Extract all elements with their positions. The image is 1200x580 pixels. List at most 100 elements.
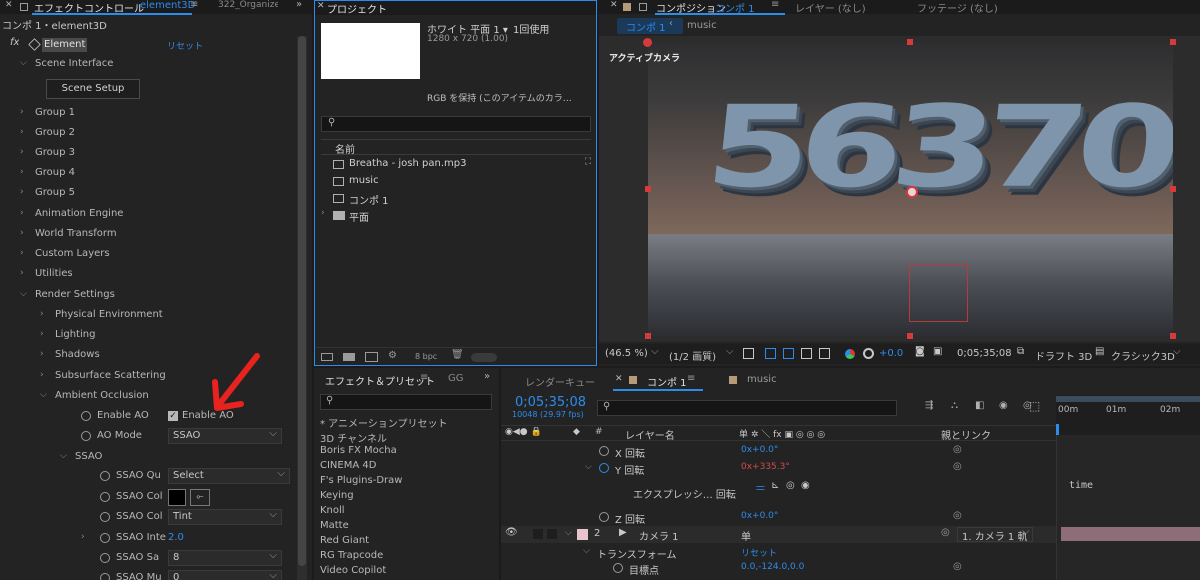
expression-text[interactable]: time (1069, 480, 1093, 491)
expand-icon[interactable]: › (20, 147, 24, 157)
stopwatch-icon[interactable] (613, 563, 623, 573)
magnification-select[interactable]: (46.5 %) (605, 348, 648, 359)
transform-reset[interactable]: リセット (741, 546, 777, 559)
expression-enable-icon[interactable]: ＝ (755, 480, 766, 496)
property-value[interactable]: 0x+0.0° (741, 445, 778, 455)
thumbnail-slider[interactable] (471, 353, 497, 362)
comp-breadcrumb-tab[interactable]: コンポ 1 ‹ (617, 18, 683, 34)
layer-name-header[interactable]: レイヤー名 (625, 427, 675, 442)
tab-render-queue[interactable]: レンダーキュー (525, 374, 595, 389)
playhead[interactable] (1056, 424, 1059, 435)
expand-icon[interactable]: › (40, 329, 44, 339)
render-item[interactable]: Shadows (55, 349, 100, 360)
fast-preview-icon[interactable] (743, 348, 754, 359)
scene-setup-button[interactable]: Scene Setup (46, 79, 140, 99)
enable-ao-checkbox[interactable]: ✓ (168, 411, 178, 421)
timeline-graph-area[interactable]: time (1056, 435, 1200, 580)
effects-category[interactable]: CINEMA 4D (320, 460, 376, 471)
flowchart-icon[interactable]: ⛶ (585, 157, 591, 167)
property-value[interactable]: 0x+335.3° (741, 462, 790, 472)
group-item[interactable]: Group 4 (35, 167, 75, 178)
expand-icon[interactable]: › (20, 228, 24, 238)
channel-icon[interactable] (845, 349, 855, 359)
effects-search-input[interactable]: ⚲ (320, 394, 492, 410)
collapse-icon[interactable]: ⌵ (565, 528, 572, 538)
render-settings[interactable]: Render Settings (35, 289, 115, 300)
reset-link[interactable]: リセット (167, 39, 203, 52)
expand-icon[interactable]: › (20, 248, 24, 258)
selection-handle[interactable] (645, 39, 651, 45)
property-row[interactable]: Z 回転 0x+0.0° ◎ (501, 509, 1056, 526)
column-name-header[interactable]: 名前 (335, 141, 355, 156)
pickwhip-icon[interactable]: ◎ (953, 510, 962, 521)
expression-menu-icon[interactable]: ◉ (801, 480, 810, 491)
selection-handle[interactable] (645, 186, 651, 192)
collapse-icon[interactable]: ⌵ (583, 546, 590, 556)
scrollbar-thumb[interactable] (298, 36, 306, 566)
work-area-bar[interactable] (1056, 396, 1200, 402)
expand-icon[interactable]: › (20, 268, 24, 278)
pickwhip-icon[interactable]: ◎ (953, 461, 962, 472)
exposure-value[interactable]: +0.0 (879, 348, 903, 359)
show-snapshot-icon[interactable]: ▣ (933, 346, 942, 357)
frame-blend-icon[interactable]: ◉ (999, 400, 1008, 411)
section-item[interactable]: Animation Engine (35, 208, 123, 219)
expand-icon[interactable]: › (321, 208, 325, 218)
effects-category[interactable]: RG Trapcode (320, 550, 383, 561)
group-item[interactable]: Group 2 (35, 127, 75, 138)
tab-gg[interactable]: GG (448, 373, 464, 384)
effects-category[interactable]: * アニメーションプリセット (320, 415, 490, 430)
tab-effect-target[interactable]: element3D (140, 0, 195, 11)
draft-3d-icon[interactable]: ⧉ (1017, 346, 1024, 357)
ssao-mul-select[interactable]: 0 (168, 569, 282, 580)
stopwatch-icon[interactable] (81, 431, 91, 441)
timeline-search-input[interactable]: ⚲ (597, 400, 897, 416)
close-icon[interactable]: ✕ (317, 1, 325, 11)
list-item[interactable]: Breatha - josh pan.mp3 ⛶ (321, 157, 591, 172)
grid-guide-icon[interactable] (819, 348, 830, 359)
layer-name[interactable]: カメラ 1 (639, 528, 679, 543)
layer-switch[interactable]: 单 (741, 528, 751, 543)
collapse-icon[interactable]: ⌵ (585, 462, 592, 472)
interpret-footage-icon[interactable] (321, 353, 333, 361)
expand-icon[interactable]: › (40, 349, 44, 359)
overflow-icon[interactable]: » (484, 371, 490, 382)
ssao-samples-select[interactable]: 8 (168, 549, 282, 566)
fx-icon[interactable]: fx (10, 37, 19, 48)
stopwatch-icon[interactable] (100, 471, 110, 481)
expand-icon[interactable]: › (20, 127, 24, 137)
stopwatch-icon[interactable] (100, 573, 110, 580)
effects-category[interactable]: Knoll (320, 505, 345, 516)
expand-icon[interactable]: › (20, 208, 24, 218)
render-item[interactable]: Lighting (55, 329, 95, 340)
anchor-point-icon[interactable] (906, 186, 918, 198)
layer-row[interactable]: 👁 ⌵ 2 ▶ カメラ 1 单 ◎ 1. カメラ 1 軌 ⌵ (501, 526, 1056, 543)
solo-toggle[interactable] (533, 529, 543, 539)
pickwhip-icon[interactable]: ◎ (953, 561, 962, 572)
tab-footage[interactable]: フッテージ (なし) (917, 0, 998, 15)
effects-category[interactable]: Red Giant (320, 535, 369, 546)
expand-icon[interactable]: › (40, 370, 44, 380)
pickwhip-icon[interactable]: ◎ (953, 444, 962, 455)
pickwhip-icon[interactable]: ◎ (941, 527, 950, 538)
comp-mini-flowchart-icon[interactable]: ⇶ (925, 400, 933, 411)
collapse-icon[interactable]: ⌵ (60, 451, 67, 461)
tab-layer[interactable]: レイヤー (なし) (795, 0, 866, 15)
draft-3d-label[interactable]: ドラフト 3D (1035, 348, 1092, 363)
effects-category[interactable]: Boris FX Mocha (320, 445, 397, 456)
expand-icon[interactable]: › (20, 167, 24, 177)
stopwatch-icon[interactable] (100, 553, 110, 563)
music-breadcrumb[interactable]: music (687, 20, 717, 31)
new-folder-icon[interactable] (343, 353, 355, 361)
parent-link-header[interactable]: 親とリンク (941, 427, 991, 442)
effects-category[interactable]: Keying (320, 490, 354, 501)
collapse-icon[interactable]: ⌵ (40, 390, 47, 400)
current-time[interactable]: 0;05;35;08 (957, 348, 1012, 359)
color-swatch[interactable] (168, 489, 186, 506)
snapshot-icon[interactable]: ◙ (915, 346, 925, 357)
property-row[interactable]: ⌵ Y 回転 0x+335.3° ◎ (501, 460, 1056, 477)
close-icon[interactable]: ✕ (610, 0, 618, 10)
collapse-icon[interactable]: ⌵ (20, 289, 27, 299)
mask-visibility-icon[interactable] (783, 348, 794, 359)
selection-handle[interactable] (907, 333, 913, 339)
